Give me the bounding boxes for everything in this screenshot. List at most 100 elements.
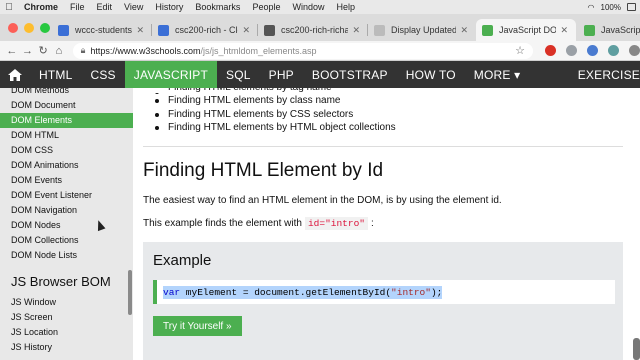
nav-sql[interactable]: SQL [217,61,260,88]
nav-html[interactable]: HTML [30,61,81,88]
close-tab-icon[interactable]: ✕ [460,25,468,36]
tab-csc200-cloud[interactable]: csc200-rich - Cloud ✕ [152,19,258,41]
tab-title: csc200-rich - Cloud [175,25,238,35]
minimize-window-icon[interactable] [24,23,34,33]
tab-title: JavaScript DOM Ele [499,25,557,35]
sidebar-item-js-window[interactable]: JS Window [0,295,133,310]
divider [143,146,623,147]
list-item: Finding HTML elements by CSS selectors [133,108,640,122]
sidebar-item-js-location[interactable]: JS Location [0,325,133,340]
lock-icon: 🔒︎ [80,45,86,55]
extension-icon[interactable] [586,45,598,56]
favicon-icon [264,24,275,36]
close-window-icon[interactable] [8,23,18,33]
battery-icon[interactable] [627,3,636,11]
nav-javascript[interactable]: JAVASCRIPT [124,61,217,88]
bookmark-star-icon[interactable]: ☆ [515,44,525,57]
nav-how-to[interactable]: HOW TO [397,61,465,88]
menu-people[interactable]: People [246,2,286,12]
menu-chrome[interactable]: Chrome [18,2,64,12]
page-scrollbar[interactable] [633,338,640,360]
url-field[interactable]: 🔒︎ https://www.w3schools.com/js/js_htmld… [72,42,533,59]
section-heading: Finding HTML Element by Id [143,160,384,181]
main-content: Finding HTML elements by tag name Findin… [133,88,640,360]
paragraph: This example finds the element with id="… [143,217,374,230]
favicon-icon [482,24,493,36]
code-keyword: var [163,286,181,298]
favicon-icon [374,24,385,36]
sidebar-scrollbar[interactable] [128,270,132,315]
nav-php[interactable]: PHP [260,61,303,88]
nav-bootstrap[interactable]: BOOTSTRAP [303,61,397,88]
close-tab-icon[interactable]: ✕ [136,25,144,36]
menu-file[interactable]: File [64,2,91,12]
tab-csc200-rich[interactable]: csc200-rich-richar ✕ [258,19,368,41]
macos-menu-bar:  Chrome File Edit View History Bookmark… [0,0,640,14]
sidebar-item-dom-css[interactable]: DOM CSS [0,143,133,158]
close-tab-icon[interactable]: ✕ [352,25,360,36]
try-it-yourself-button[interactable]: Try it Yourself » [153,316,242,336]
sidebar-item-dom-events[interactable]: DOM Events [0,173,133,188]
menu-history[interactable]: History [149,2,189,12]
sidebar-item-dom-methods[interactable]: DOM Methods [0,88,133,98]
list-item: Finding HTML elements by HTML object col… [133,121,640,135]
home-icon[interactable]: ⌂ [51,45,67,57]
tab-title: wccc-students [75,25,133,35]
menu-bookmarks[interactable]: Bookmarks [189,2,246,12]
sidebar-item-dom-nodes[interactable]: DOM Nodes [0,218,133,233]
sidebar-item-dom-html[interactable]: DOM HTML [0,128,133,143]
extension-icon[interactable] [565,45,577,56]
example-box: Example var myElement = document.getElem… [143,242,623,360]
back-icon[interactable]: ← [4,45,20,57]
nav-css[interactable]: CSS [81,61,124,88]
reload-icon[interactable]: ↻ [35,44,51,57]
profile-avatar[interactable] [628,45,640,56]
window-controls [8,23,50,33]
extension-icon[interactable] [544,45,556,56]
menu-view[interactable]: View [118,2,149,12]
sidebar-item-dom-event-listener[interactable]: DOM Event Listener [0,188,133,203]
favicon-icon [58,24,69,36]
inline-code: id="intro" [304,217,368,230]
sidebar-item-js-screen[interactable]: JS Screen [0,310,133,325]
example-heading: Example [153,252,212,269]
selected-code: var myElement = document.getElementById(… [163,285,443,299]
code-string: "intro" [391,286,431,298]
code-text: myElement = document.getElementById( [180,286,392,298]
wifi-icon[interactable]: ◠ [588,3,595,12]
sidebar-item-dom-node-lists[interactable]: DOM Node Lists [0,248,133,263]
sidebar-item-dom-document[interactable]: DOM Document [0,98,133,113]
url-path: /js/js_htmldom_elements.asp [200,45,317,56]
tab-wccc-students[interactable]: wccc-students ✕ [52,19,152,41]
forward-icon[interactable]: → [20,45,36,57]
tab-javascript-dom[interactable]: JavaScript DOM Ele ✕ [476,19,576,41]
home-icon[interactable] [0,61,30,88]
tab-display-updated[interactable]: Display Updated Da ✕ [368,19,476,41]
sidebar-item-dom-elements[interactable]: DOM Elements [0,113,133,128]
favicon-icon [584,24,595,36]
extension-icon[interactable] [607,45,619,56]
paragraph: The easiest way to find an HTML element … [143,195,502,206]
sidebar-item-dom-animations[interactable]: DOM Animations [0,158,133,173]
zoom-window-icon[interactable] [40,23,50,33]
close-tab-icon[interactable]: ✕ [560,25,568,36]
battery-percent: 100% [600,2,621,12]
site-top-nav: HTML CSS JAVASCRIPT SQL PHP BOOTSTRAP HO… [0,61,640,88]
tab-strip: wccc-students ✕ csc200-rich - Cloud ✕ cs… [0,14,640,41]
extensions [544,45,640,56]
paragraph-text: : [370,218,374,229]
tab-title: JavaScript Fo [601,25,640,35]
sidebar-item-dom-collections[interactable]: DOM Collections [0,233,133,248]
status-icons: ◠ 100% [588,3,640,12]
sidebar-item-js-history[interactable]: JS History [0,340,133,355]
sidebar-item-dom-navigation[interactable]: DOM Navigation [0,203,133,218]
menu-edit[interactable]: Edit [91,2,119,12]
nav-exercises[interactable]: EXERCISE [569,61,640,88]
code-block[interactable]: var myElement = document.getElementById(… [153,280,615,304]
tab-javascript-fo[interactable]: JavaScript Fo [578,19,640,41]
apple-icon[interactable]:  [0,2,18,13]
nav-more[interactable]: MORE ▾ [465,61,530,88]
menu-help[interactable]: Help [330,2,361,12]
menu-window[interactable]: Window [286,2,330,12]
close-tab-icon[interactable]: ✕ [242,25,250,36]
